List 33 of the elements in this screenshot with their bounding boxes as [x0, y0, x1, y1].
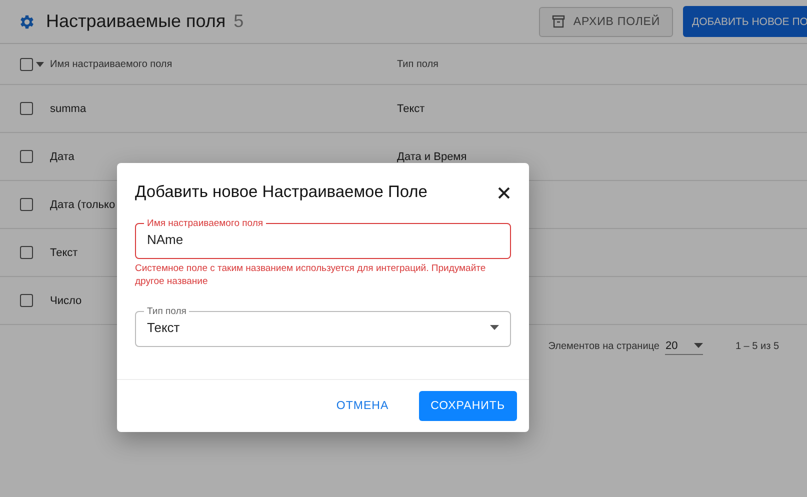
- checkbox[interactable]: [20, 102, 33, 115]
- error-message: Системное поле с таким названием используется для интеграций. Придумайте другое название: [135, 262, 487, 288]
- archive-button[interactable]: АРХИВ ПОЛЕЙ: [539, 6, 673, 36]
- table-cell-text: Дата и Время: [397, 150, 468, 162]
- close-icon[interactable]: [497, 186, 511, 200]
- caret-icon[interactable]: [36, 62, 44, 66]
- gear-icon: [18, 12, 36, 30]
- table-cell-text: Число: [50, 294, 83, 306]
- table-cell-text: Дата (только: [50, 198, 116, 210]
- table-cell-text: summa: [50, 102, 88, 114]
- table-cell-text: Текст: [50, 246, 79, 258]
- checkbox[interactable]: [20, 58, 33, 70]
- page-size-label: Элементов на странице: [548, 340, 660, 352]
- table-cell-text: Дата: [50, 150, 76, 162]
- checkbox[interactable]: [20, 294, 33, 307]
- column-header: Имя настраиваемого поля: [50, 58, 174, 70]
- checkbox[interactable]: [20, 198, 33, 211]
- archive-icon: [552, 15, 566, 28]
- page-range: 1 – 5 из 5: [735, 340, 779, 352]
- column-header: Тип поля: [397, 58, 440, 70]
- name-field[interactable]: Имя настраиваемого поля NAme: [135, 218, 511, 259]
- field-count: 5: [234, 11, 244, 32]
- checkbox[interactable]: [20, 246, 33, 259]
- caret-icon: [694, 343, 704, 348]
- checkbox[interactable]: [20, 150, 33, 163]
- type-select[interactable]: Тип поля Текст: [135, 306, 511, 347]
- table-cell-text: Текст: [397, 102, 426, 114]
- page-size-select[interactable]: 20: [665, 338, 704, 354]
- cancel-button[interactable]: ОТМЕНА: [324, 391, 401, 421]
- page-title: Настраиваемые поля: [46, 11, 226, 32]
- save-button[interactable]: СОХРАНИТЬ: [418, 391, 517, 421]
- caret-icon: [490, 324, 499, 330]
- dialog-title: Добавить новое Настраиваемое Поле: [135, 183, 428, 202]
